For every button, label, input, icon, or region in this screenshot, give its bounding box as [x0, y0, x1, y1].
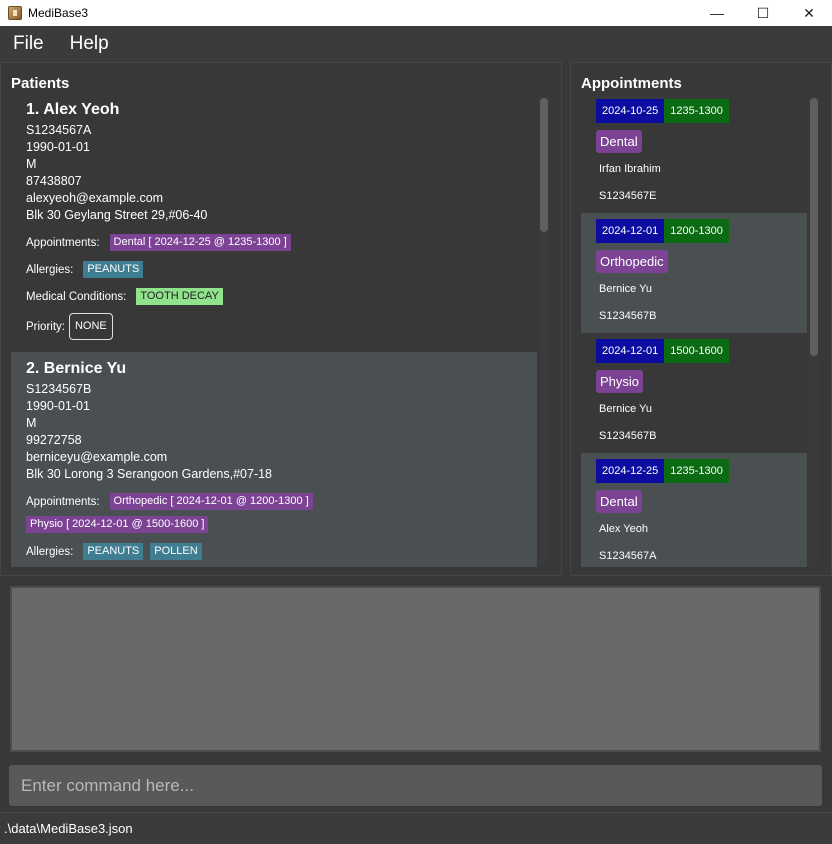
appointment-type: Dental	[596, 130, 642, 153]
patient-list-scroll-thumb[interactable]	[540, 98, 548, 232]
command-box	[0, 758, 832, 812]
patient-allergies-row: Allergies: PEANUTS	[26, 261, 522, 278]
patient-dob: 1990-01-01	[26, 140, 90, 154]
app-logo-icon	[8, 6, 22, 20]
patient-allergies-row: Allergies: PEANUTS POLLEN	[26, 543, 522, 560]
patient-card[interactable]: 1. Alex Yeoh S1234567A 1990-01-01 M 8743…	[11, 93, 537, 352]
appointment-date: 2024-10-25	[596, 99, 665, 123]
appointment-time: 1235-1300	[664, 459, 729, 483]
patient-priority-row: Priority: NONE	[26, 313, 522, 340]
appointment-datetime: 2024-12-25 1235-1300	[596, 459, 729, 483]
status-bar: .\data\MediBase3.json	[0, 812, 832, 844]
appointment-date: 2024-12-01	[596, 219, 665, 243]
patient-email: alexyeoh@example.com	[26, 191, 164, 205]
patient-phone: 87438807	[26, 174, 82, 188]
appointment-card[interactable]: 2024-10-25 1235-1300 Dental Irfan Ibrahi…	[581, 93, 807, 213]
appointment-tag: Dental [ 2024-12-25 @ 1235-1300 ]	[109, 234, 291, 251]
appointment-tag: Physio [ 2024-12-01 @ 1500-1600 ]	[26, 516, 209, 533]
patient-appointments-row: Appointments: Orthopedic [ 2024-12-01 @ …	[26, 493, 522, 510]
patient-name: 1. Alex Yeoh	[26, 101, 120, 118]
priority-badge: NONE	[68, 313, 113, 340]
allergy-tag: PEANUTS	[83, 543, 144, 560]
allergy-tag: POLLEN	[150, 543, 202, 560]
close-button[interactable]: ✕	[786, 0, 832, 26]
appointment-patient-name: Alex Yeoh	[599, 523, 648, 535]
priority-label: Priority:	[26, 320, 65, 333]
appointment-datetime: 2024-12-01 1200-1300	[596, 219, 729, 243]
allergies-label: Allergies:	[26, 545, 74, 558]
appointment-patient-name: Bernice Yu	[599, 283, 653, 295]
patient-appointments-row: Appointments: Dental [ 2024-12-25 @ 1235…	[26, 234, 522, 251]
appointment-card[interactable]: 2024-12-01 1500-1600 Physio Bernice Yu S…	[581, 333, 807, 453]
conditions-label: Medical Conditions:	[26, 290, 127, 303]
appointment-list[interactable]: 2024-10-25 1235-1300 Dental Irfan Ibrahi…	[581, 93, 807, 567]
window-title-bar: MediBase3 — ☐ ✕	[0, 0, 832, 26]
patient-address: Blk 30 Geylang Street 29,#06-40	[26, 208, 208, 222]
patients-panel-title: Patients	[11, 75, 70, 92]
appointment-patient-name: Bernice Yu	[599, 403, 653, 415]
patient-nric: S1234567A	[26, 123, 92, 137]
patient-dob: 1990-01-01	[26, 399, 90, 413]
appointments-label: Appointments:	[26, 495, 100, 508]
minimize-button[interactable]: —	[694, 0, 740, 26]
appointment-card[interactable]: 2024-12-25 1235-1300 Dental Alex Yeoh S1…	[581, 453, 807, 567]
patient-address: Blk 30 Lorong 3 Serangoon Gardens,#07-18	[26, 467, 273, 481]
menu-file[interactable]: File	[0, 33, 57, 55]
allergies-label: Allergies:	[26, 263, 74, 276]
appointment-list-scrollbar[interactable]	[809, 94, 819, 566]
patient-card[interactable]: 2. Bernice Yu S1234567B 1990-01-01 M 992…	[11, 352, 537, 567]
appointment-date: 2024-12-01	[596, 339, 665, 363]
patient-list[interactable]: 1. Alex Yeoh S1234567A 1990-01-01 M 8743…	[11, 93, 537, 567]
window-controls: — ☐ ✕	[694, 0, 832, 26]
allergy-tag: PEANUTS	[83, 261, 144, 278]
appointment-patient-name: Irfan Ibrahim	[599, 163, 661, 175]
patient-gender: M	[26, 416, 37, 430]
patient-list-scrollbar[interactable]	[539, 94, 549, 566]
appointment-type: Dental	[596, 490, 642, 513]
appointment-time: 1200-1300	[664, 219, 729, 243]
appointments-label: Appointments:	[26, 236, 100, 249]
patient-email: berniceyu@example.com	[26, 450, 168, 464]
appointment-type: Physio	[596, 370, 644, 393]
patient-conditions-row: Medical Conditions: TOOTH DECAY	[26, 288, 522, 305]
menu-help[interactable]: Help	[57, 33, 122, 55]
patient-name: 2. Bernice Yu	[26, 360, 127, 377]
appointment-patient-nric: S1234567A	[599, 550, 657, 562]
menu-bar: File Help	[0, 26, 832, 62]
save-file-path: .\data\MediBase3.json	[4, 821, 133, 836]
appointment-tag-wrap: Physio [ 2024-12-01 @ 1500-1600 ]	[26, 514, 522, 533]
patients-panel: Patients 1. Alex Yeoh S1234567A 1990-01-…	[0, 62, 562, 576]
appointment-datetime: 2024-10-25 1235-1300	[596, 99, 729, 123]
appointments-panel: Appointments 2024-10-25 1235-1300 Dental…	[570, 62, 832, 576]
appointment-tag: Orthopedic [ 2024-12-01 @ 1200-1300 ]	[109, 493, 313, 510]
command-input[interactable]	[9, 765, 822, 806]
patient-nric: S1234567B	[26, 382, 92, 396]
appointment-list-scroll-thumb[interactable]	[810, 98, 818, 356]
patient-phone: 99272758	[26, 433, 82, 447]
appointment-card[interactable]: 2024-12-01 1200-1300 Orthopedic Bernice …	[581, 213, 807, 333]
result-display[interactable]	[10, 586, 821, 752]
appointment-patient-nric: S1234567E	[599, 190, 657, 202]
appointment-time: 1500-1600	[664, 339, 729, 363]
window-title: MediBase3	[28, 6, 89, 20]
condition-tag: TOOTH DECAY	[136, 288, 223, 305]
patient-gender: M	[26, 157, 37, 171]
appointment-type: Orthopedic	[596, 250, 668, 273]
appointment-datetime: 2024-12-01 1500-1600	[596, 339, 729, 363]
maximize-button[interactable]: ☐	[740, 0, 786, 26]
appointment-patient-nric: S1234567B	[599, 430, 657, 442]
appointment-date: 2024-12-25	[596, 459, 665, 483]
appointment-time: 1235-1300	[664, 99, 729, 123]
appointment-patient-nric: S1234567B	[599, 310, 657, 322]
appointments-panel-title: Appointments	[581, 75, 682, 92]
